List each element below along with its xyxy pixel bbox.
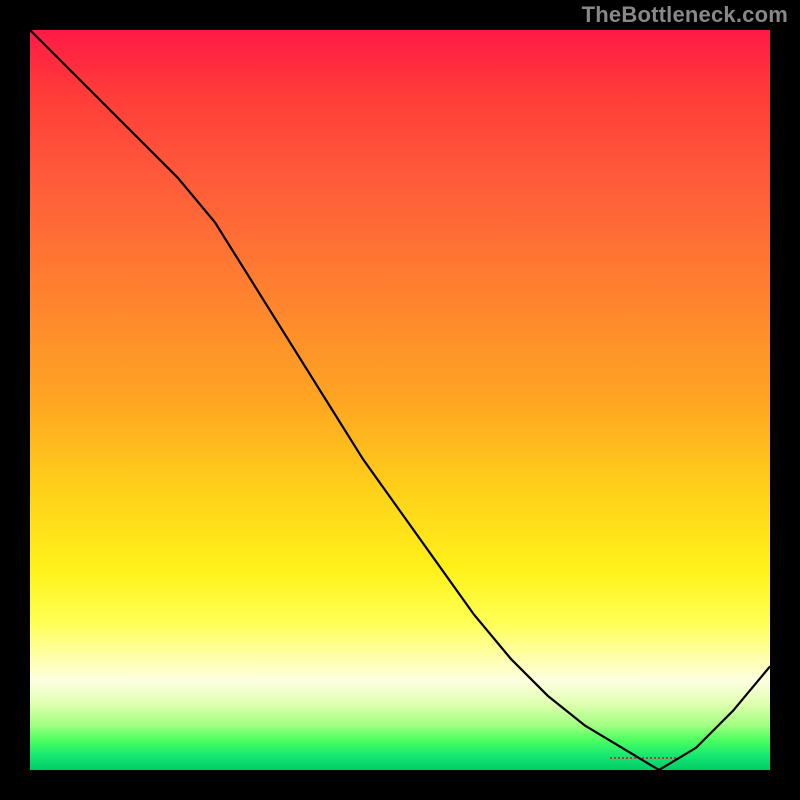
chart-root: TheBottleneck.com [0,0,800,800]
curve-path [30,30,770,770]
watermark-text: TheBottleneck.com [582,2,788,28]
bottleneck-curve [30,30,770,770]
plot-area [30,30,770,770]
